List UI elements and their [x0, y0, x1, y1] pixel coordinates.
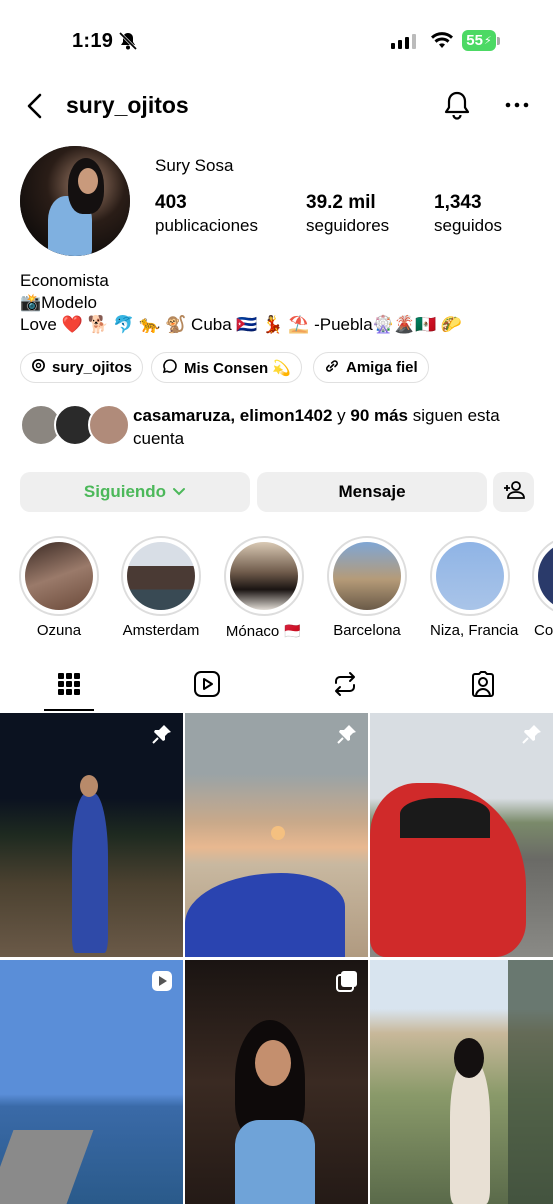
- posts-count[interactable]: 403: [155, 192, 187, 214]
- profile-actions: Siguiendo Mensaje: [20, 472, 534, 512]
- notifications-bell-icon[interactable]: [443, 90, 471, 125]
- mutual-avatar: [88, 404, 130, 446]
- link-chip[interactable]: Amiga fiel: [313, 352, 429, 383]
- followers-label[interactable]: seguidores: [306, 216, 389, 236]
- grid-post[interactable]: [370, 713, 553, 957]
- profile-tabs: [0, 660, 553, 712]
- bio-line: 📸Modelo: [20, 293, 97, 312]
- back-chevron-icon[interactable]: [24, 92, 46, 125]
- profile-avatar[interactable]: [20, 146, 130, 256]
- threads-icon: [31, 358, 46, 377]
- highlight-label: Amsterdam: [122, 622, 200, 639]
- followers-count[interactable]: 39.2 mil: [306, 192, 376, 214]
- bio-line: Love ❤️ 🐕 🐬 🐆 🐒 Cuba 🇨🇺 💃 ⛱️ -Puebla🎡🌋🇲🇽…: [20, 315, 463, 334]
- mutual-followers-text: casamaruza, elimon1402 y 90 más siguen e…: [133, 404, 543, 450]
- highlight-label: Ozuna: [36, 622, 82, 639]
- tagged-person-icon: [469, 670, 497, 703]
- active-tab-indicator: [44, 709, 94, 711]
- grid-post[interactable]: [370, 960, 553, 1204]
- link-icon: [324, 358, 340, 378]
- profile-header: sury_ojitos: [0, 84, 553, 130]
- highlight-label: Co: [534, 622, 553, 639]
- bio-line: Economista: [20, 271, 109, 290]
- mutual-count: 90 más: [350, 406, 409, 425]
- highlight-label: Niza, Francia: [430, 622, 519, 639]
- repost-icon: [331, 670, 359, 703]
- cellular-signal-icon: [391, 33, 416, 49]
- add-person-icon: [503, 480, 525, 505]
- more-options-icon[interactable]: [505, 96, 529, 114]
- highlight-ozuna[interactable]: Ozuna: [19, 536, 99, 639]
- threads-chip[interactable]: sury_ojitos: [20, 352, 144, 383]
- highlight-monaco[interactable]: Mónaco 🇲🇨: [224, 536, 304, 640]
- battery-tip: [497, 37, 500, 45]
- profile-username: sury_ojitos: [66, 92, 189, 118]
- profile-bio: Economista 📸Modelo Love ❤️ 🐕 🐬 🐆 🐒 Cuba …: [20, 270, 462, 336]
- suggest-users-button[interactable]: [493, 472, 534, 512]
- silent-mode-icon: [118, 31, 138, 56]
- posts-grid: [0, 713, 553, 1204]
- threads-chip-label: sury_ojitos: [52, 359, 133, 376]
- pinned-icon: [151, 723, 173, 750]
- following-count[interactable]: 1,343: [434, 192, 482, 214]
- profile-full-name: Sury Sosa: [155, 156, 234, 175]
- status-bar: 1:19 55 ⚡: [0, 0, 553, 80]
- tab-reposts[interactable]: [276, 660, 414, 712]
- following-label[interactable]: seguidos: [434, 216, 502, 236]
- chat-bubble-icon: [162, 358, 178, 378]
- reels-icon: [193, 670, 221, 703]
- grid-icon: [57, 672, 81, 701]
- carousel-icon: [336, 970, 358, 997]
- grid-post[interactable]: [185, 713, 368, 957]
- posts-label[interactable]: publicaciones: [155, 216, 258, 236]
- highlight-partial[interactable]: Co: [532, 536, 553, 639]
- highlight-barcelona[interactable]: Barcelona: [327, 536, 407, 639]
- charging-icon: ⚡: [483, 35, 492, 47]
- tab-tagged[interactable]: [414, 660, 552, 712]
- tab-reels[interactable]: [138, 660, 276, 712]
- wifi-icon: [430, 31, 454, 54]
- highlight-amsterdam[interactable]: Amsterdam: [121, 536, 201, 639]
- broadcast-chip-label: Mis Consen 💫: [184, 359, 292, 377]
- reel-icon: [151, 970, 173, 997]
- mutual-joiner: y: [332, 406, 351, 425]
- following-button[interactable]: Siguiendo: [20, 472, 250, 512]
- broadcast-chip[interactable]: Mis Consen 💫: [151, 352, 303, 383]
- pinned-icon: [336, 723, 358, 750]
- following-button-label: Siguiendo: [83, 482, 167, 501]
- battery-level: 55: [466, 32, 483, 49]
- grid-post[interactable]: [0, 960, 183, 1204]
- message-button[interactable]: Mensaje: [257, 472, 487, 512]
- mutual-names: casamaruza, elimon1402: [133, 406, 333, 425]
- highlight-label: Barcelona: [333, 622, 401, 639]
- highlight-label: Mónaco 🇲🇨: [225, 623, 303, 640]
- grid-post[interactable]: [0, 713, 183, 957]
- status-time: 1:19: [72, 30, 114, 52]
- highlight-niza[interactable]: Niza, Francia: [430, 536, 519, 639]
- pinned-icon: [521, 723, 543, 750]
- chevron-down-icon: [172, 482, 186, 502]
- tab-posts-grid[interactable]: [0, 660, 138, 712]
- link-chip-label: Amiga fiel: [346, 359, 418, 376]
- battery-indicator: 55 ⚡: [462, 30, 496, 51]
- message-button-label: Mensaje: [338, 482, 406, 501]
- grid-post[interactable]: [185, 960, 368, 1204]
